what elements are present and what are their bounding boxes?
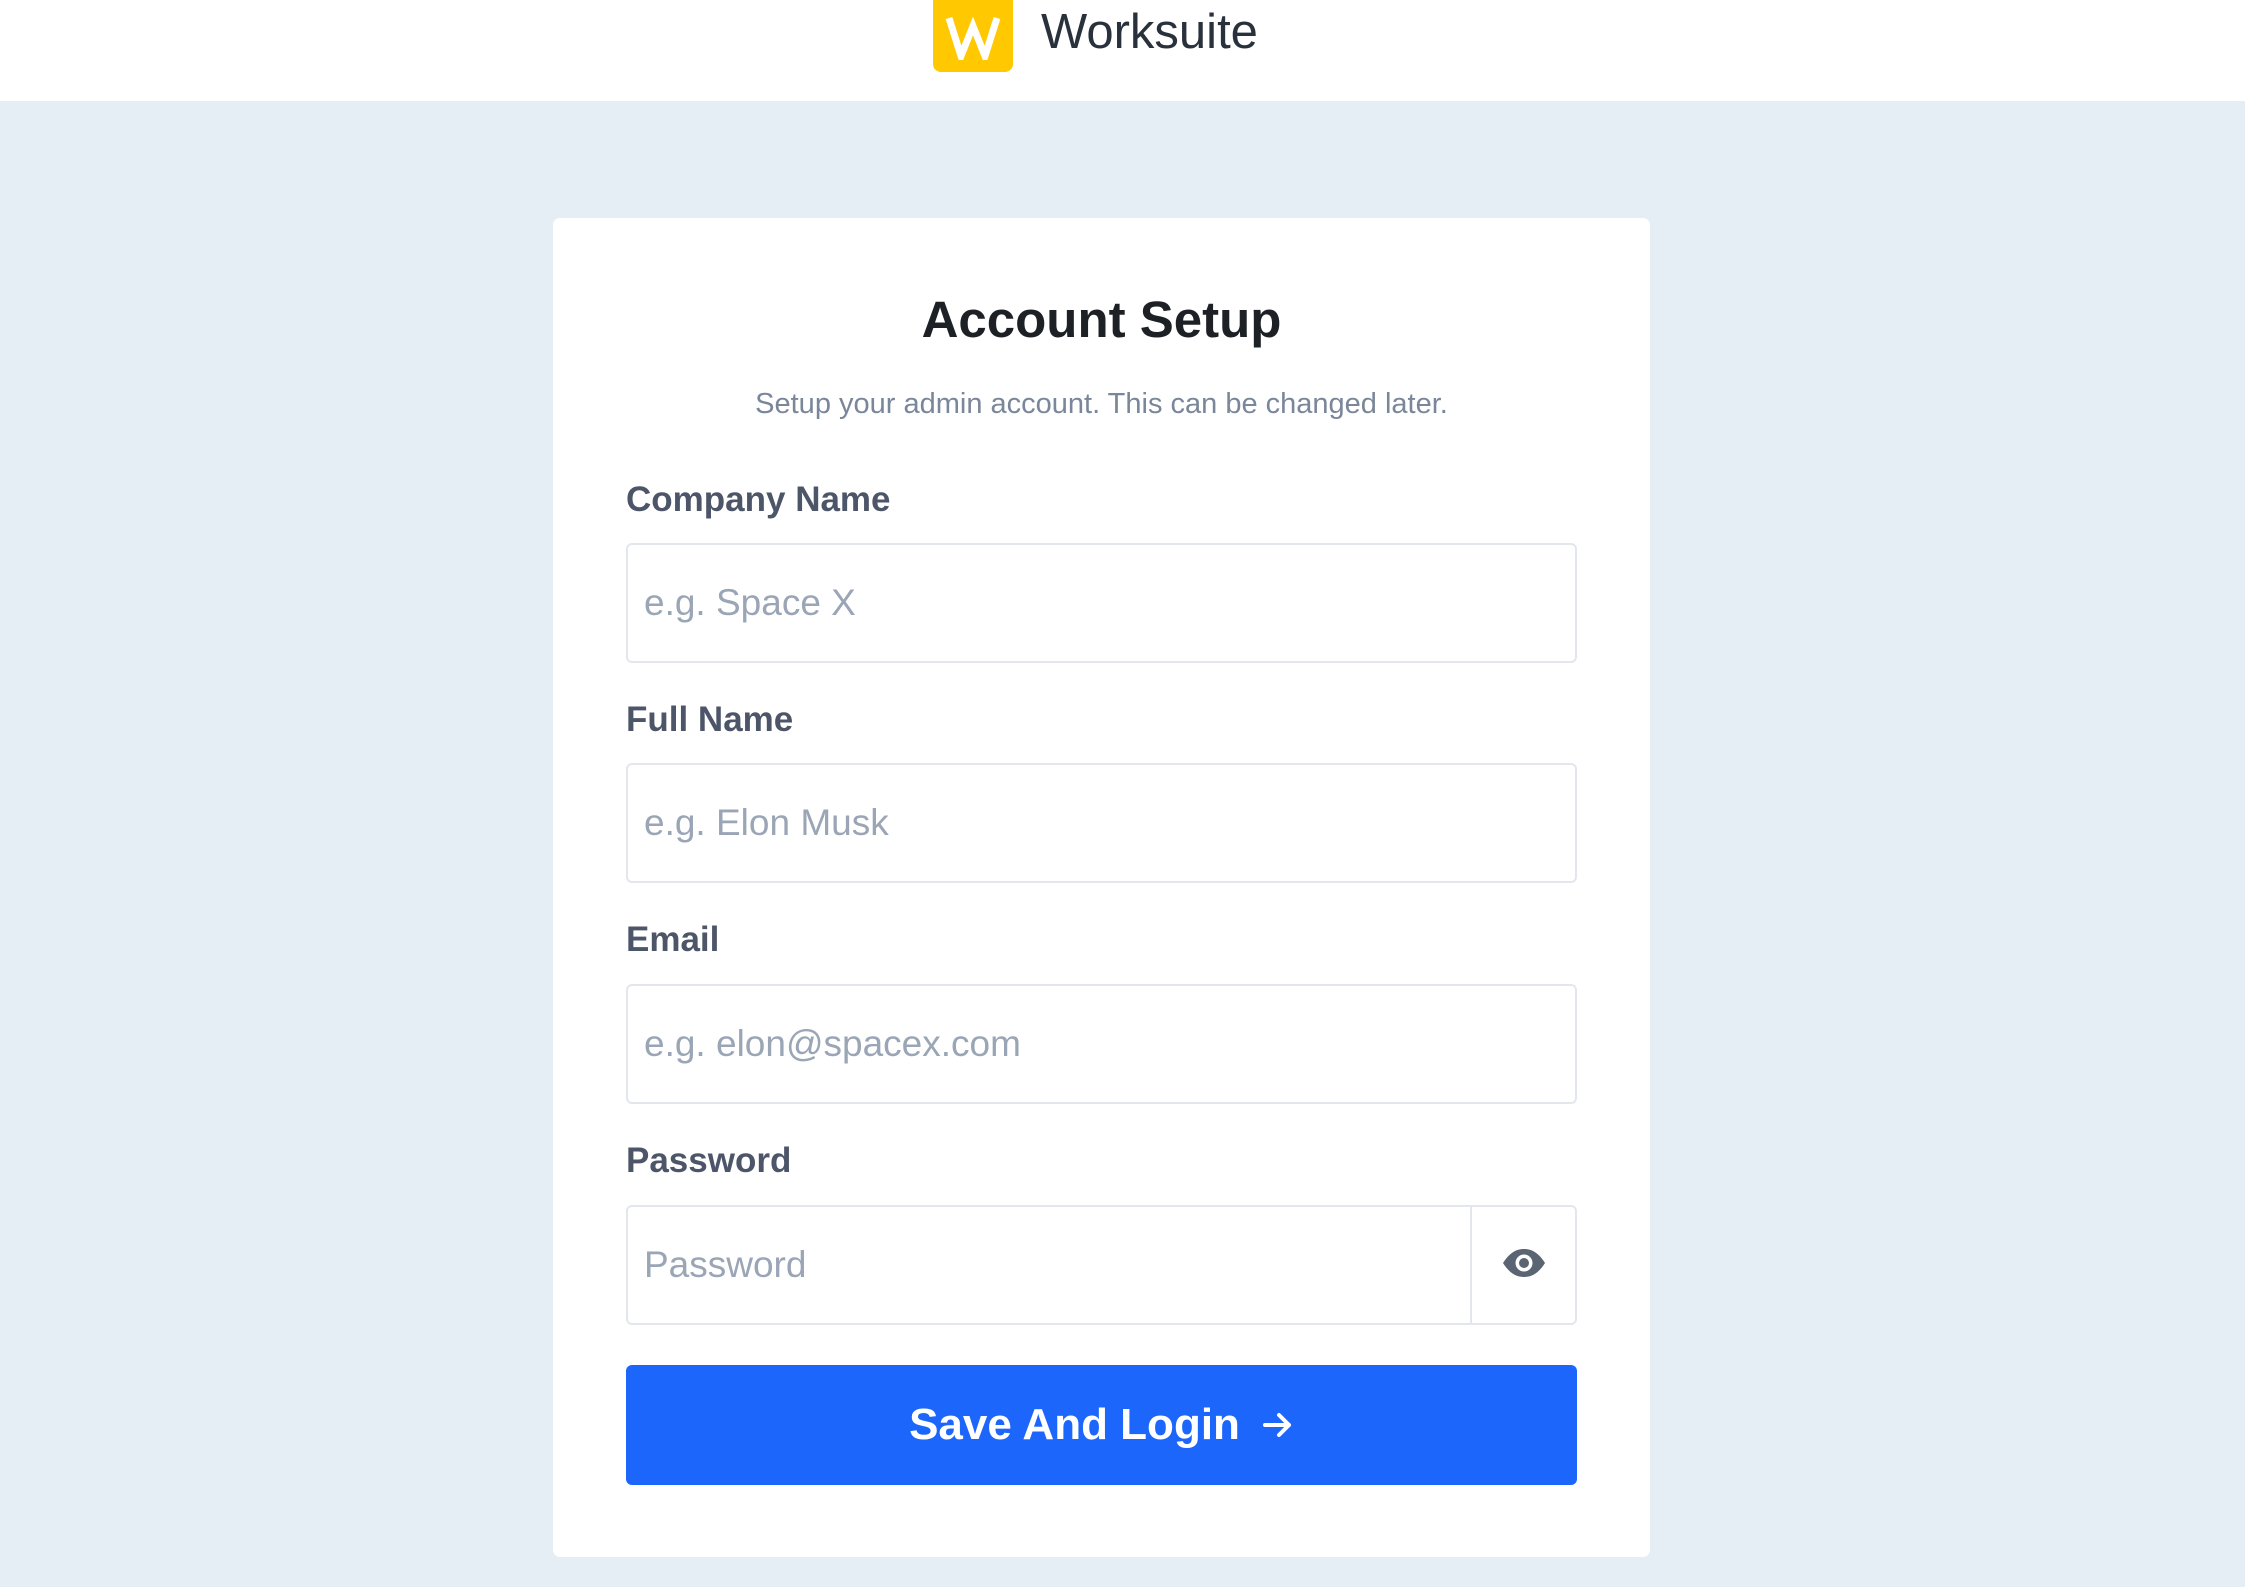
- password-label: Password: [626, 1141, 792, 1180]
- page-title: Account Setup: [921, 291, 1282, 348]
- email-label: Email: [626, 920, 720, 959]
- password-input[interactable]: [628, 1207, 1470, 1323]
- full-name-label: Full Name: [626, 700, 794, 739]
- company-name-input[interactable]: [626, 543, 1577, 663]
- brand-name: Worksuite: [1041, 4, 1258, 59]
- top-header: Worksuite: [0, 0, 2245, 101]
- page-subtitle: Setup your admin account. This can be ch…: [755, 388, 1448, 420]
- email-input[interactable]: [626, 984, 1577, 1104]
- eye-icon: [1501, 1248, 1547, 1283]
- worksuite-logo-icon: [933, 0, 1013, 72]
- company-name-label: Company Name: [626, 480, 891, 519]
- arrow-right-icon: [1262, 1410, 1294, 1440]
- save-and-login-button[interactable]: Save And Login: [626, 1365, 1577, 1485]
- password-field-group: [626, 1205, 1577, 1325]
- save-and-login-label: Save And Login: [909, 1400, 1240, 1449]
- full-name-input[interactable]: [626, 763, 1577, 883]
- show-password-toggle[interactable]: [1470, 1207, 1575, 1323]
- brand[interactable]: Worksuite: [933, 0, 1258, 72]
